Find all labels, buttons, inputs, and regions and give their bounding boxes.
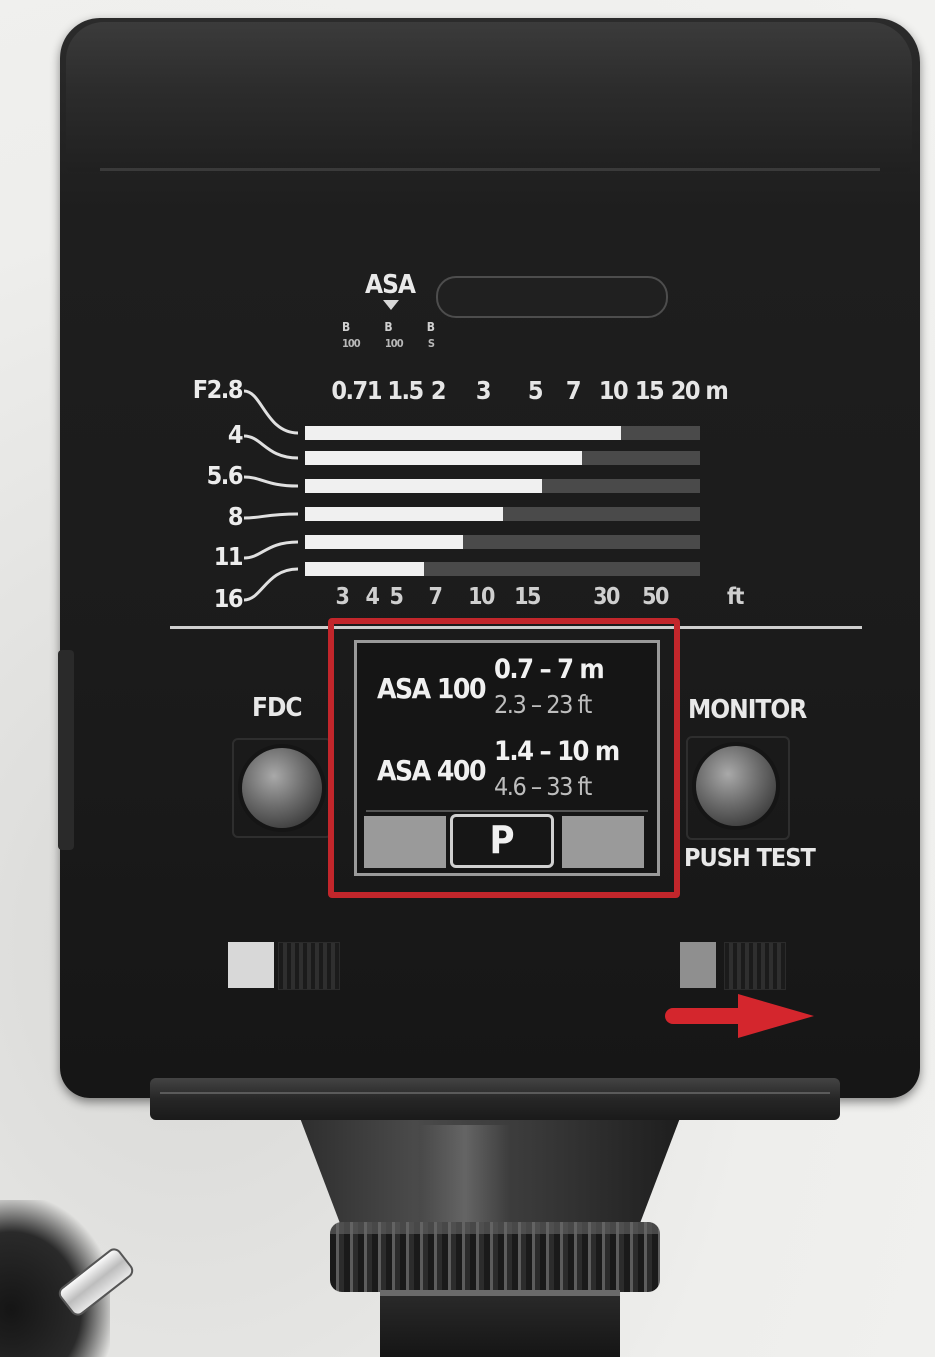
left-switch-slot[interactable] [278, 942, 340, 990]
info-range-ft-400: 4.6 – 33 ft [494, 772, 592, 801]
range-bar-fill [305, 479, 542, 493]
aperture-leader [243, 389, 299, 435]
range-bar-fill [305, 451, 582, 465]
monitor-label: MONITOR [688, 695, 807, 725]
fdc-button[interactable] [242, 748, 322, 828]
range-bar-fill [305, 507, 503, 521]
range-bar-fill [305, 562, 424, 576]
aperture-leader [243, 475, 299, 488]
fdc-label: FDC [252, 693, 303, 723]
range-bar [305, 535, 700, 549]
right-switch-light[interactable] [680, 942, 716, 988]
info-asa-100: ASA 100 [377, 672, 486, 705]
mode-pad-right [562, 816, 644, 868]
info-range-ft-100: 2.3 – 23 ft [494, 690, 592, 719]
range-bar-fill [305, 535, 463, 549]
range-bar [305, 562, 700, 576]
info-range-m-100: 0.7 – 7 m [494, 654, 605, 685]
range-bar [305, 451, 700, 465]
aperture-leader [243, 567, 299, 602]
range-bar [305, 479, 700, 493]
left-switch-light[interactable] [228, 942, 274, 988]
range-bar [305, 507, 700, 521]
info-asa-400: ASA 400 [377, 754, 486, 787]
mode-indicator: P [450, 814, 554, 868]
mode-pad-left [364, 816, 446, 868]
aperture-leader [243, 434, 299, 460]
push-test-button[interactable] [696, 746, 776, 826]
push-test-label: PUSH TEST [684, 843, 816, 872]
right-switch-slot[interactable] [724, 942, 786, 990]
aperture-leader [243, 540, 299, 560]
range-bar [305, 426, 700, 440]
aperture-leader [243, 512, 299, 520]
info-range-m-400: 1.4 – 10 m [494, 736, 620, 767]
slide-arrow-icon [738, 994, 814, 1038]
range-bar-fill [305, 426, 621, 440]
